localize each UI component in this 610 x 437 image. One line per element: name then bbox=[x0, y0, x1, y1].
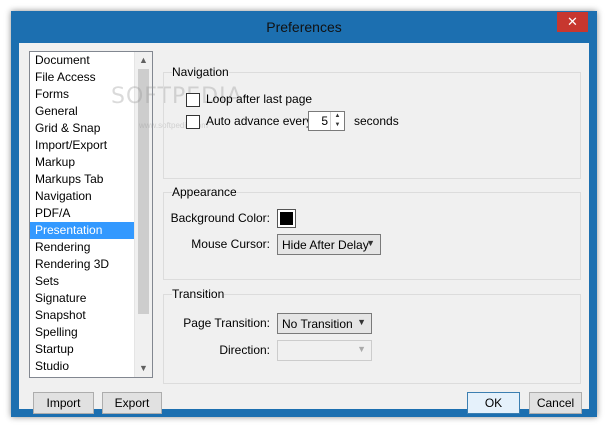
preferences-window: Preferences ✕ Document File Access Forms Ge… bbox=[11, 11, 597, 417]
appearance-group-label: Appearance bbox=[172, 185, 237, 199]
export-button[interactable]: Export bbox=[102, 392, 162, 414]
dialog-body: Document File Access Forms General Grid & Sn… bbox=[19, 43, 589, 414]
seconds-label: seconds bbox=[354, 114, 399, 128]
bg-color-swatch bbox=[280, 212, 293, 225]
auto-advance-label: Auto advance every bbox=[206, 114, 313, 128]
mouse-cursor-value: Hide After Delay bbox=[282, 238, 369, 252]
spinner-buttons[interactable]: ▲ ▼ bbox=[330, 112, 344, 130]
scroll-down-icon[interactable]: ▼ bbox=[135, 360, 152, 377]
chevron-down-icon: ▼ bbox=[357, 344, 366, 354]
transition-group: Transition Page Transition: No Transitio… bbox=[163, 287, 581, 384]
spin-up-icon[interactable]: ▲ bbox=[331, 112, 344, 121]
navigation-group: Navigation Loop after last page Auto adv… bbox=[163, 65, 581, 179]
direction-label: Direction: bbox=[219, 343, 270, 357]
window-title: Preferences bbox=[266, 19, 342, 35]
auto-advance-spinner[interactable]: 5 ▲ ▼ bbox=[308, 111, 345, 131]
mouse-cursor-dropdown[interactable]: Hide After Delay ▼ bbox=[277, 234, 381, 255]
title-bar[interactable]: Preferences ✕ bbox=[11, 11, 597, 43]
mouse-cursor-label: Mouse Cursor: bbox=[191, 237, 270, 251]
chevron-down-icon: ▼ bbox=[366, 238, 375, 248]
loop-checkbox[interactable] bbox=[186, 93, 200, 107]
bg-color-label: Background Color: bbox=[170, 211, 270, 225]
ok-button[interactable]: OK bbox=[467, 392, 520, 414]
cancel-button[interactable]: Cancel bbox=[529, 392, 582, 414]
close-icon[interactable]: ✕ bbox=[557, 12, 588, 32]
direction-dropdown[interactable]: ▼ bbox=[277, 340, 372, 361]
page-transition-value: No Transition bbox=[282, 317, 353, 331]
spin-down-icon[interactable]: ▼ bbox=[331, 121, 344, 130]
navigation-group-label: Navigation bbox=[172, 65, 229, 79]
bg-color-picker[interactable] bbox=[277, 209, 296, 228]
auto-advance-value: 5 bbox=[321, 114, 328, 128]
auto-advance-checkbox[interactable] bbox=[186, 115, 200, 129]
page-transition-label: Page Transition: bbox=[183, 316, 270, 330]
transition-group-label: Transition bbox=[172, 287, 225, 301]
scroll-up-icon[interactable]: ▲ bbox=[135, 52, 152, 69]
loop-label: Loop after last page bbox=[206, 92, 313, 106]
appearance-group: Appearance Background Color: Mouse Curso… bbox=[163, 185, 581, 280]
import-button[interactable]: Import bbox=[33, 392, 94, 414]
page-transition-dropdown[interactable]: No Transition ▼ bbox=[277, 313, 372, 334]
chevron-down-icon: ▼ bbox=[357, 317, 366, 327]
